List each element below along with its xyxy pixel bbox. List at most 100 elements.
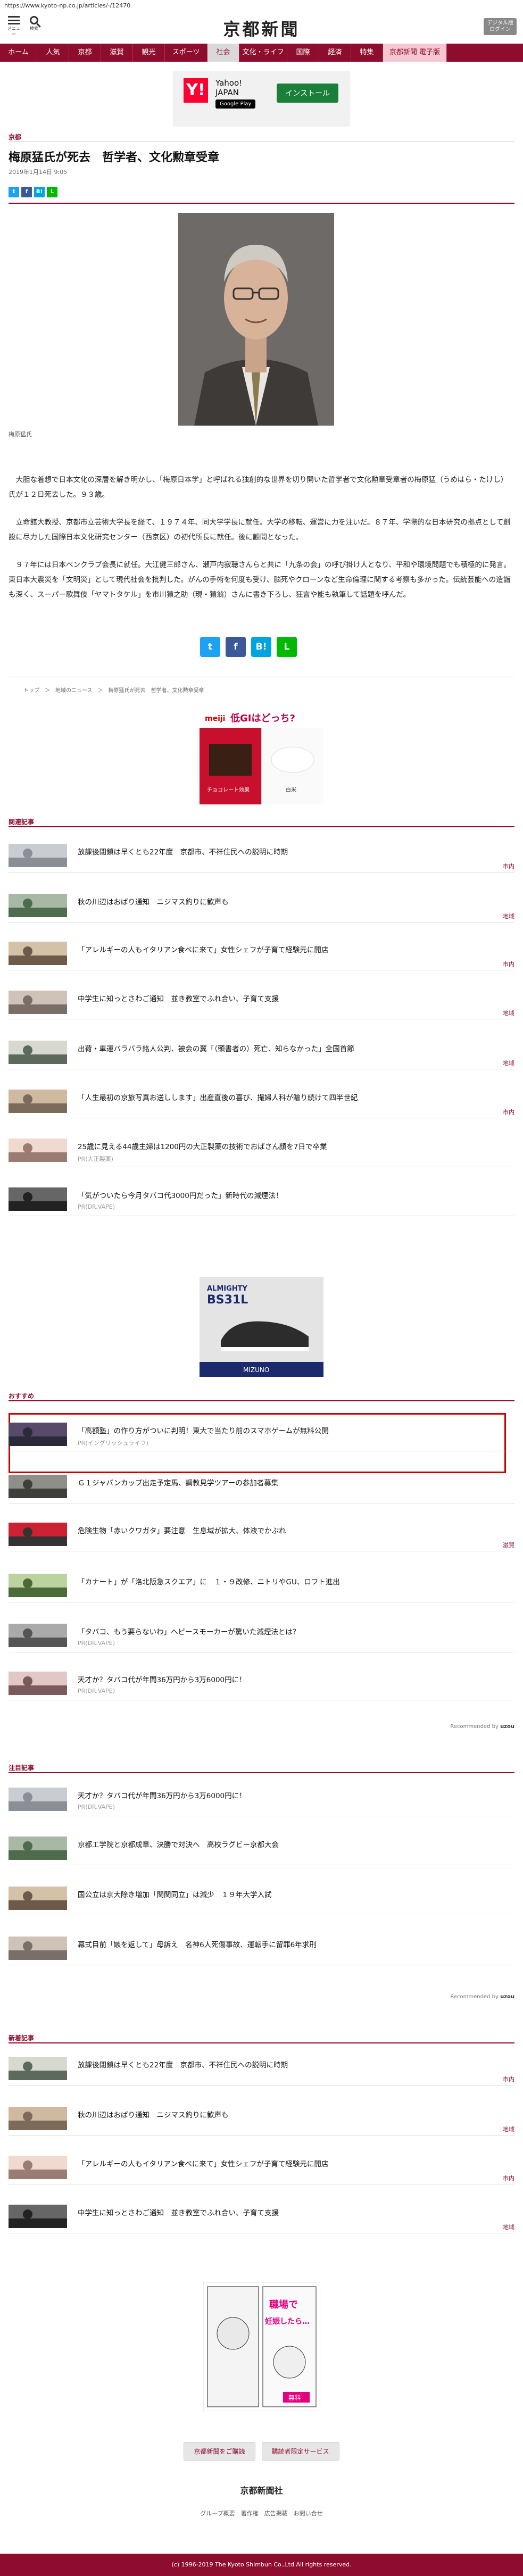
item-title[interactable]: 「高額塾」の作り方がついに判明！東大で当たり前のスマホゲームが無料公開 xyxy=(78,1425,329,1435)
item-title[interactable]: 「アレルギーの人もイタリアン食べに来て」女性シェフが子育て経験元に開店 xyxy=(78,2158,328,2168)
thumbnail[interactable] xyxy=(9,2205,67,2228)
list-item[interactable]: 放課後閉鎖は早くとも22年度 京都市、不祥住民への説明に時期 市内 xyxy=(9,2057,514,2085)
list-item[interactable]: 秋の川辺はおばり通知 ニジマス釣りに歓声も 地域 xyxy=(9,894,514,923)
thumbnail[interactable] xyxy=(9,1139,67,1162)
item-title[interactable]: 「タバコ、もう要らないわ」ヘビースモーカーが驚いた減煙法とは？ xyxy=(78,1626,300,1636)
list-item[interactable]: 幕式目前「嫉を返して」母訴え 名神6人死傷事故、運転手に留罪6年求刑 xyxy=(9,1937,514,1965)
list-item[interactable]: 国公立は京大除き増加「関関同立」は減少 １９年大学入試 xyxy=(9,1887,514,1915)
item-title[interactable]: 25歳に見える44歳主婦は1200円の大正製薬の技術でおばさん顔を7日で卒業 xyxy=(78,1141,327,1151)
nav-item[interactable]: 文化・ライフ xyxy=(239,44,287,62)
item-title[interactable]: 国公立は京大除き増加「関関同立」は減少 １９年大学入試 xyxy=(78,1889,272,1899)
item-title[interactable]: 天才か？タバコ代が年間36万円から3万6000円に！ xyxy=(78,1790,246,1800)
nav-item[interactable]: 国際 xyxy=(287,44,319,62)
thumbnail[interactable] xyxy=(9,1423,67,1446)
item-title[interactable]: 放課後閉鎖は早くとも22年度 京都市、不祥住民への説明に時期 xyxy=(78,846,288,857)
item-title[interactable]: 中学生に知っとさわご通知 並き教室でふれ合い、子育て支援 xyxy=(78,993,279,1003)
thumbnail[interactable] xyxy=(9,844,67,867)
nav-item[interactable]: 社会 xyxy=(207,44,239,62)
recommended-by[interactable]: Recommended by uzou xyxy=(450,1994,514,2000)
subscribe-button[interactable]: 京都新聞をご購読 xyxy=(184,2442,255,2461)
list-item[interactable]: 「カナート」が「洛北阪急スクエア」に １・９改修、ニトリやGU、ロフト進出 xyxy=(9,1574,514,1602)
list-item[interactable]: 秋の川辺はおばり通知 ニジマス釣りに歓声も 地域 xyxy=(9,2107,514,2135)
subscriber-service-button[interactable]: 購読者限定サービス xyxy=(261,2442,339,2461)
item-title[interactable]: 中学生に知っとさわご通知 並き教室でふれ合い、子育て支援 xyxy=(78,2207,279,2217)
list-item[interactable]: 25歳に見える44歳主婦は1200円の大正製薬の技術でおばさん顔を7日で卒業 PR… xyxy=(9,1139,514,1167)
thumbnail[interactable] xyxy=(9,1788,67,1811)
nav-item[interactable]: 人気 xyxy=(37,44,69,62)
item-title[interactable]: 「人生最初の京旅写真お送しします」出産直後の喜び、撮婦人科が贈り続けて四半世紀 xyxy=(78,1092,358,1102)
line-share-icon[interactable]: L xyxy=(47,187,57,197)
hatena-share-icon[interactable]: B! xyxy=(34,187,45,197)
item-title[interactable]: 危険生物「赤いクワガタ」要注意 生息域が拡大、体液でかぶれ xyxy=(78,1525,286,1535)
nav-item[interactable]: 観光 xyxy=(133,44,165,62)
thumbnail[interactable] xyxy=(9,1041,67,1064)
recommended-by[interactable]: Recommended by uzou xyxy=(450,1724,514,1730)
thumbnail[interactable] xyxy=(9,1574,67,1597)
thumbnail[interactable] xyxy=(9,2156,67,2179)
list-item[interactable]: 「気がついたら今月タバコ代3000円だった」新時代の減煙法！ PR(DR.VAPE… xyxy=(9,1187,514,1216)
item-title[interactable]: 幕式目前「嫉を返して」母訴え 名神6人死傷事故、運転手に留罪6年求刑 xyxy=(78,1939,317,1949)
item-title[interactable]: 「気がついたら今月タバコ代3000円だった」新時代の減煙法！ xyxy=(78,1190,283,1200)
install-button[interactable]: インストール xyxy=(277,84,338,103)
thumbnail[interactable] xyxy=(9,991,67,1014)
list-item[interactable]: 天才か？タバコ代が年間36万円から3万6000円に！ PR(DR.VAPE) xyxy=(9,1788,514,1816)
ad-meiji[interactable]: meiji 低GIはどっち? チョコレート効果 白米 xyxy=(200,707,323,804)
thumbnail[interactable] xyxy=(9,894,67,917)
nav-item[interactable]: 京都 xyxy=(69,44,101,62)
footer-logo[interactable]: 京都新聞社 xyxy=(0,2483,523,2496)
list-item[interactable]: 「アレルギーの人もイタリアン食べに来て」女性シェフが子育て経験元に開店 市内 xyxy=(9,2156,514,2184)
line-share-icon[interactable]: L xyxy=(277,637,297,657)
nav-item[interactable]: 京都新聞 電子版 xyxy=(383,44,447,62)
item-title[interactable]: 京都工学院と京都成章、決勝で対決へ 高校ラグビー京都大会 xyxy=(78,1839,279,1849)
list-item[interactable]: 「高額塾」の作り方がついに判明！東大で当たり前のスマホゲームが無料公開 PR(イン… xyxy=(9,1423,514,1451)
thumbnail[interactable] xyxy=(9,1475,67,1498)
thumbnail[interactable] xyxy=(9,942,67,965)
footer-links[interactable]: グループ概要 著作権 広告掲載 お問い合せ xyxy=(0,2509,523,2517)
url-bar[interactable]: https://www.kyoto-np.co.jp/articles/-/12… xyxy=(4,2,130,9)
ad-yahoo-app[interactable]: Y! Yahoo! JAPAN Google Play インストール xyxy=(173,71,350,127)
thumbnail[interactable] xyxy=(9,1837,67,1860)
thumbnail[interactable] xyxy=(9,2057,67,2080)
thumbnail[interactable] xyxy=(9,1090,67,1113)
list-item[interactable]: 危険生物「赤いクワガタ」要注意 生息域が拡大、体液でかぶれ 滋賀 xyxy=(9,1523,514,1551)
twitter-share-icon[interactable]: t xyxy=(200,637,220,657)
ad-manga[interactable]: 職場で 妊娠したら… 無料 xyxy=(203,2282,321,2412)
ad-mizuno-shoe[interactable]: ALMIGHTY BS31L MIZUNO xyxy=(200,1277,323,1377)
thumbnail[interactable] xyxy=(9,2107,67,2130)
thumbnail[interactable] xyxy=(9,1187,67,1211)
item-title[interactable]: 「アレルギーの人もイタリアン食べに来て」女性シェフが子育て経験元に開店 xyxy=(78,944,328,954)
nav-item[interactable]: ホーム xyxy=(0,44,37,62)
nav-item[interactable]: 特集 xyxy=(351,44,383,62)
list-item[interactable]: 「人生最初の京旅写真お送しします」出産直後の喜び、撮婦人科が贈り続けて四半世紀市… xyxy=(9,1090,514,1118)
google-play-badge[interactable]: Google Play xyxy=(215,99,256,109)
facebook-share-icon[interactable]: f xyxy=(21,187,32,197)
item-title[interactable]: 秋の川辺はおばり通知 ニジマス釣りに歓声も xyxy=(78,896,229,907)
list-item[interactable]: Ｇ１ジャパンカップ出走予定馬、調教見学ツアーの参加者募集 xyxy=(9,1475,514,1503)
item-title[interactable]: 出荷・車運バラバラ銘人公判、被会の翼「（頭書者の）死亡、知らなかった」全国首節 xyxy=(78,1043,354,1053)
list-item[interactable]: 放課後閉鎖は早くとも22年度 京都市、不祥住民への説明に時期 市内 xyxy=(9,844,514,872)
thumbnail[interactable] xyxy=(9,1672,67,1695)
nav-item[interactable]: 滋賀 xyxy=(101,44,133,62)
item-title[interactable]: 秋の川辺はおばり通知 ニジマス釣りに歓声も xyxy=(78,2109,229,2120)
list-item[interactable]: 出荷・車運バラバラ銘人公判、被会の翼「（頭書者の）死亡、知らなかった」全国首節地… xyxy=(9,1041,514,1069)
thumbnail[interactable] xyxy=(9,1887,67,1910)
thumbnail[interactable] xyxy=(9,1523,67,1546)
item-title[interactable]: 天才か？タバコ代が年間36万円から3万6000円に！ xyxy=(78,1674,246,1684)
list-item[interactable]: 「アレルギーの人もイタリアン食べに来て」女性シェフが子育て経験元に開店 市内 xyxy=(9,942,514,970)
item-title[interactable]: 放課後閉鎖は早くとも22年度 京都市、不祥住民への説明に時期 xyxy=(78,2059,288,2070)
list-item[interactable]: 中学生に知っとさわご通知 並き教室でふれ合い、子育て支援 地域 xyxy=(9,2205,514,2233)
facebook-share-icon[interactable]: f xyxy=(226,637,246,657)
nav-item[interactable]: スポーツ xyxy=(165,44,207,62)
item-title[interactable]: Ｇ１ジャパンカップ出走予定馬、調教見学ツアーの参加者募集 xyxy=(78,1477,278,1488)
item-title[interactable]: 「カナート」が「洛北阪急スクエア」に １・９改修、ニトリやGU、ロフト進出 xyxy=(78,1576,340,1586)
site-logo[interactable]: 京都新聞 xyxy=(0,16,523,40)
list-item[interactable]: 天才か？タバコ代が年間36万円から3万6000円に！ PR(DR.VAPE) xyxy=(9,1672,514,1700)
nav-item[interactable]: 経済 xyxy=(319,44,351,62)
thumbnail[interactable] xyxy=(9,1937,67,1960)
login-button[interactable]: デジタル版 ログイン xyxy=(484,18,517,35)
thumbnail[interactable] xyxy=(9,1624,67,1647)
list-item[interactable]: 中学生に知っとさわご通知 並き教室でふれ合い、子育て支援 地域 xyxy=(9,991,514,1019)
list-item[interactable]: 京都工学院と京都成章、決勝で対決へ 高校ラグビー京都大会 xyxy=(9,1837,514,1865)
breadcrumb[interactable]: トップ ＞ 地域のニュース ＞ 梅原猛氏が死去 哲学者、文化勲章受章 xyxy=(23,686,204,694)
twitter-share-icon[interactable]: t xyxy=(9,187,19,197)
